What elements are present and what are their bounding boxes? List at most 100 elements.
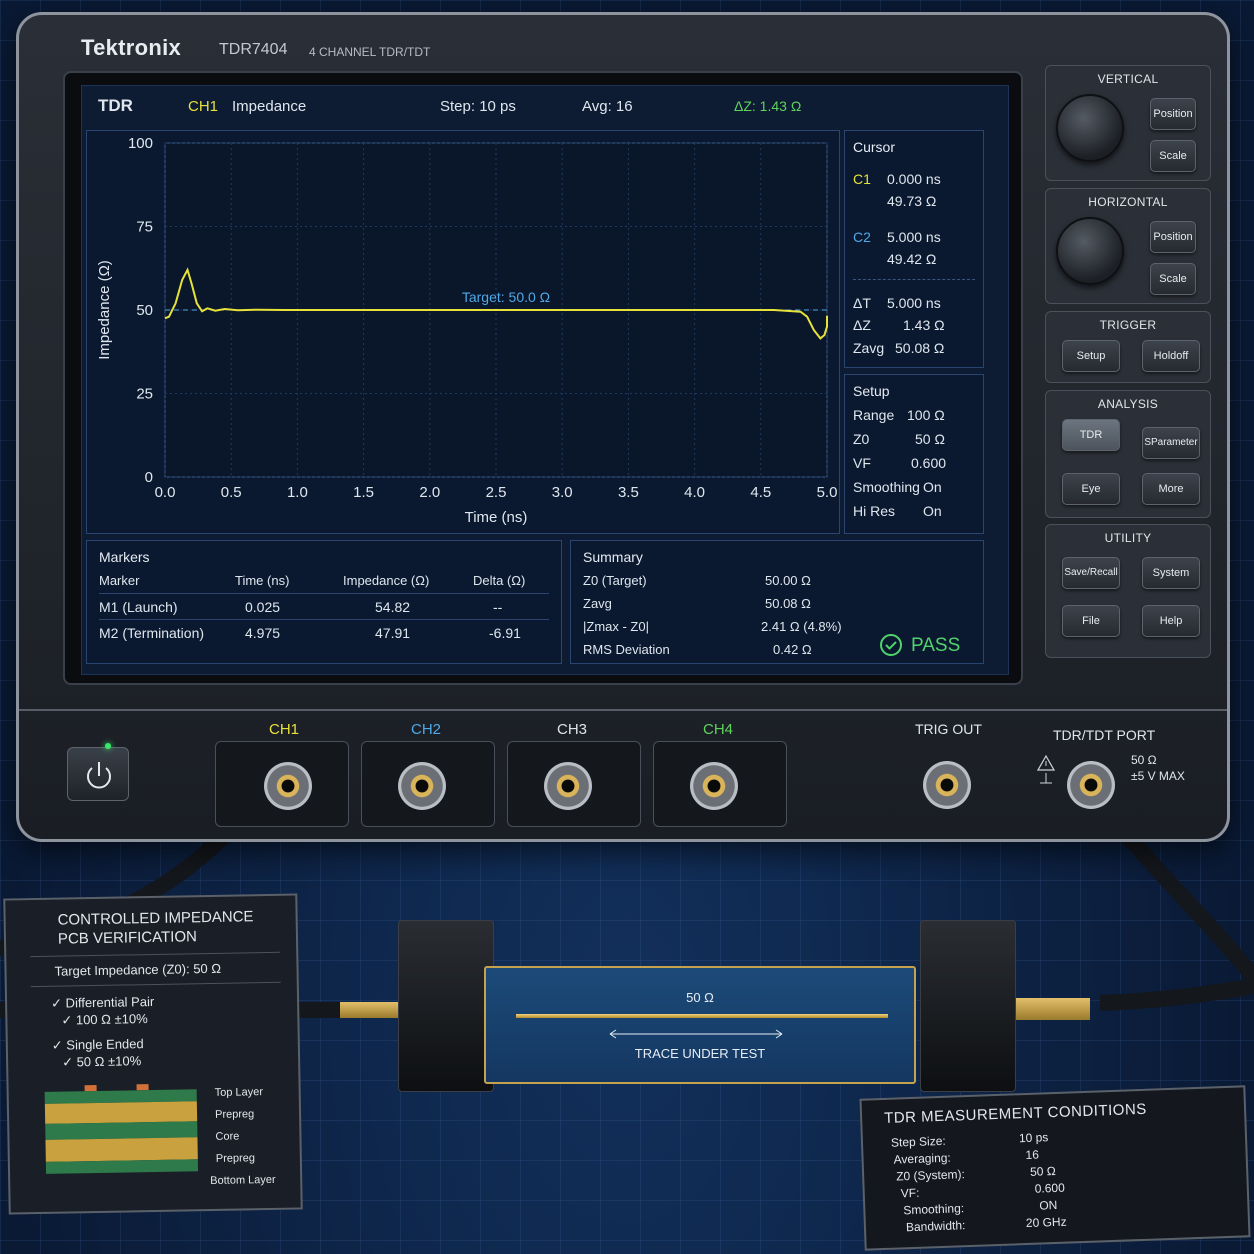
zavg-value: 50.08 Ω: [895, 340, 945, 356]
ch1-label: CH1: [269, 721, 300, 738]
y-tick-label: 25: [136, 386, 153, 403]
horizontal-position-button[interactable]: Position: [1150, 221, 1196, 253]
cursor-c2-value: 49.42 Ω: [887, 251, 937, 267]
utility-controls: UTILITY Save/Recall System File Help: [1045, 524, 1211, 658]
power-button[interactable]: [67, 747, 129, 801]
prepreg-layer: [44, 1101, 198, 1124]
marker-row-name[interactable]: M2 (Termination): [99, 625, 204, 641]
setup-row-value: 50 Ω: [915, 431, 945, 447]
y-tick-label: 0: [145, 469, 153, 486]
trigger-holdoff-button[interactable]: Holdoff: [1142, 340, 1200, 372]
ch1-connector[interactable]: [264, 762, 312, 810]
status-bar: TDR CH1 Impedance Step: 10 ps Avg: 16 ΔZ…: [82, 86, 1010, 126]
vertical-title: VERTICAL: [1097, 72, 1159, 86]
ch1-port[interactable]: [215, 741, 349, 827]
mode-label: TDR: [98, 96, 133, 115]
avg-readout: Avg: 16: [582, 98, 633, 115]
trigger-setup-button[interactable]: Setup: [1062, 340, 1120, 372]
x-tick-label: 2.5: [486, 484, 507, 501]
vertical-scale-button[interactable]: Scale: [1150, 140, 1196, 172]
marker-row-name[interactable]: M1 (Launch): [99, 599, 178, 615]
tdr-port-connector[interactable]: [1067, 761, 1115, 809]
ch3-connector[interactable]: [544, 762, 592, 810]
screen-bezel: TDR CH1 Impedance Step: 10 ps Avg: 16 ΔZ…: [63, 71, 1023, 685]
file-button[interactable]: File: [1062, 605, 1120, 637]
warning-icon: [1037, 755, 1055, 784]
layer-label: Prepreg: [215, 1152, 256, 1165]
impedance-chart[interactable]: 0.0 0.5 1.0 1.5 2.0 2.5 3.0 3.5 4.0 4.5 5.0 0 25 50 75…: [87, 131, 841, 535]
right-probe-fixture[interactable]: [920, 920, 1016, 1092]
x-tick-label: 5.0: [817, 484, 838, 501]
marker-row-impedance: 47.91: [375, 625, 411, 641]
save-recall-button[interactable]: Save/Recall: [1062, 557, 1120, 589]
tdr-instrument: Tektronix TDR7404 4 CHANNEL TDR/TDT TDR …: [16, 12, 1230, 842]
summary-row-value: 50.08 Ω: [765, 596, 811, 611]
ch4-label: CH4: [703, 721, 734, 738]
conditions-card: TDR MEASUREMENT CONDITIONS Step Size: 10…: [859, 1085, 1251, 1251]
channel-label[interactable]: CH1: [188, 98, 218, 115]
delta-z-value: 1.43 Ω: [903, 317, 945, 333]
verify-target: Target Impedance (Z0): 50 Ω: [54, 960, 222, 979]
utility-title: UTILITY: [1104, 531, 1152, 545]
markers-header-delta: Delta (Ω): [473, 573, 526, 588]
summary-panel: Summary Z0 (Target) 50.00 Ω Zavg 50.08 Ω…: [570, 540, 984, 664]
ch2-connector[interactable]: [398, 762, 446, 810]
vertical-position-button[interactable]: Position: [1150, 98, 1196, 130]
waveform-panel[interactable]: 0.0 0.5 1.0 1.5 2.0 2.5 3.0 3.5 4.0 4.5 5.0 0 25 50 75…: [86, 130, 840, 534]
verify-diff-spec: ✓ 100 Ω ±10%: [61, 1011, 148, 1028]
system-button[interactable]: System: [1142, 557, 1200, 589]
layer-label: Prepreg: [214, 1108, 255, 1121]
conditions-key: Bandwidth:: [905, 1218, 966, 1235]
trace-label: TRACE UNDER TEST: [634, 1046, 766, 1061]
setup-title: Setup: [853, 383, 890, 399]
cursor-panel: Cursor C1 0.000 ns 49.73 Ω C2 5.000 ns 4…: [844, 130, 984, 368]
x-tick-label: 2.0: [419, 484, 440, 501]
ch4-connector[interactable]: [690, 762, 738, 810]
port-spec-voltage: ±5 V MAX: [1131, 769, 1185, 783]
setup-row-value: On: [923, 479, 942, 495]
bottom-layer: [45, 1159, 199, 1174]
delta-readout: ΔZ: 1.43 Ω: [734, 98, 802, 114]
markers-title: Markers: [99, 549, 150, 565]
delta-t-value: 5.000 ns: [887, 295, 941, 311]
trigger-controls: TRIGGER Setup Holdoff: [1045, 311, 1211, 383]
verify-title-2: PCB VERIFICATION: [57, 928, 198, 948]
horizontal-scale-button[interactable]: Scale: [1150, 263, 1196, 295]
setup-row-value: 100 Ω: [907, 407, 945, 423]
y-axis-label: Impedance (Ω): [96, 260, 113, 360]
setup-row-key: Range: [853, 407, 895, 423]
analysis-tdr-button[interactable]: TDR: [1062, 419, 1120, 451]
trace-impedance-label: 50 Ω: [686, 990, 714, 1005]
x-axis-label: Time (ns): [465, 509, 528, 526]
trig-out-label: TRIG OUT: [915, 721, 982, 737]
pass-status: PASS: [911, 635, 961, 656]
step-readout: Step: 10 ps: [440, 98, 516, 115]
horizontal-knob[interactable]: [1056, 217, 1124, 285]
verify-single-ended: ✓ Single Ended: [51, 1036, 144, 1053]
table-divider: [99, 619, 549, 620]
cursor-c2-label[interactable]: C2: [853, 229, 871, 245]
summary-row-key: |Zmax - Z0|: [583, 619, 649, 634]
markers-header-impedance: Impedance (Ω): [343, 573, 430, 588]
help-button[interactable]: Help: [1142, 605, 1200, 637]
left-probe-fixture[interactable]: [398, 920, 494, 1092]
ch2-port[interactable]: [361, 741, 495, 827]
conditions-key: VF:: [900, 1185, 920, 1201]
ch3-port[interactable]: [507, 741, 641, 827]
analysis-eye-button[interactable]: Eye: [1062, 473, 1120, 505]
prepreg-layer: [45, 1137, 198, 1162]
marker-row-impedance: 54.82: [375, 599, 411, 615]
ch4-port[interactable]: [653, 741, 787, 827]
vertical-knob[interactable]: [1056, 94, 1124, 162]
markers-panel: Markers Marker Time (ns) Impedance (Ω) D…: [86, 540, 562, 664]
marker-row-time: 0.025: [245, 599, 281, 615]
measure-label: Impedance: [232, 98, 307, 115]
analysis-sparameter-button[interactable]: SParameter: [1142, 427, 1200, 459]
cursor-c1-label[interactable]: C1: [853, 171, 871, 187]
front-connector-strip: CH1 CH2 CH3 CH4 TRIG OUT TDR/TDT PORT 50…: [19, 709, 1227, 841]
card-divider: [30, 951, 281, 958]
trig-out-connector[interactable]: [923, 761, 971, 809]
analysis-more-button[interactable]: More: [1142, 473, 1200, 505]
cursor-c2-time: 5.000 ns: [887, 229, 941, 245]
x-tick-label: 3.0: [552, 484, 573, 501]
